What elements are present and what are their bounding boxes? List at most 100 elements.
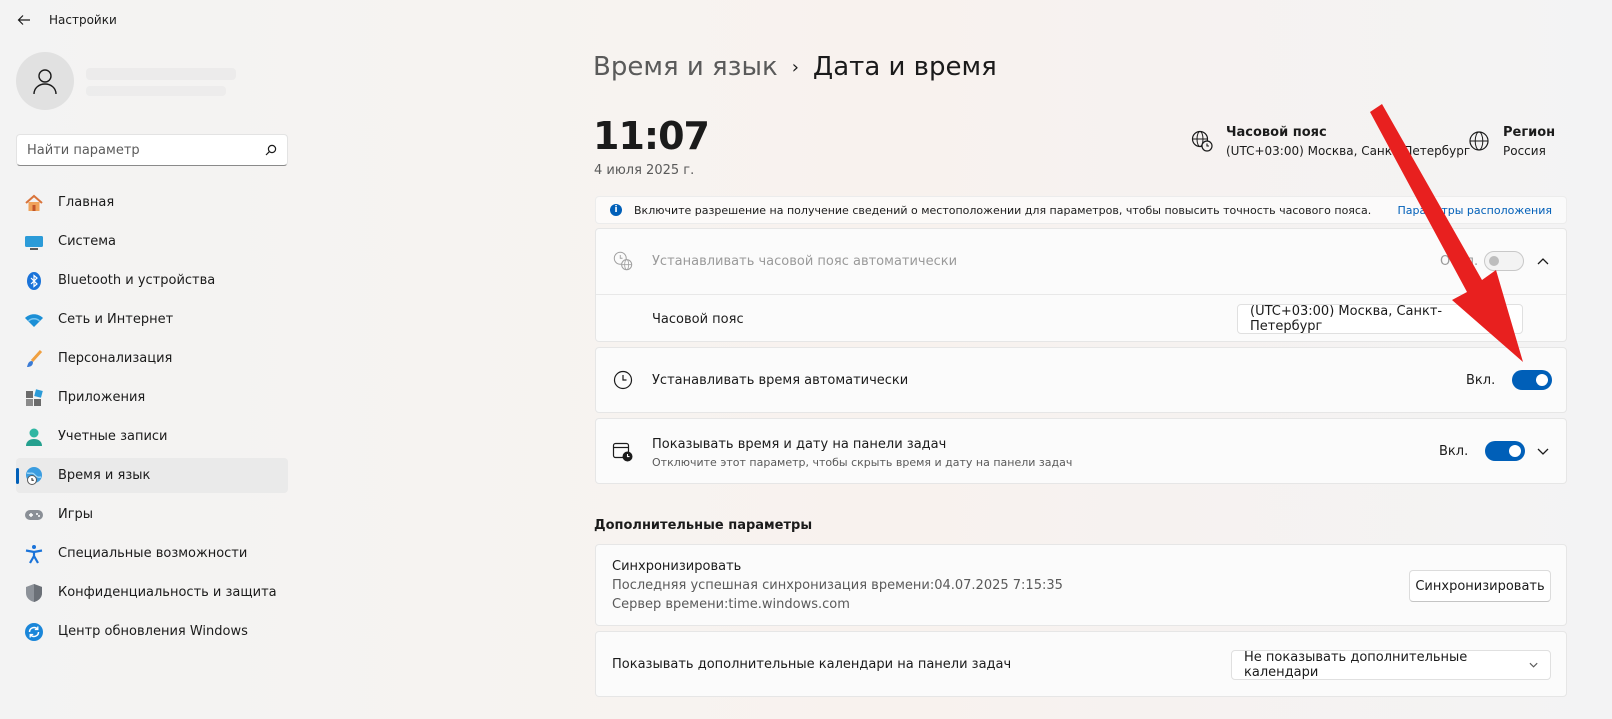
sidebar-item-label: Bluetooth и устройства — [58, 273, 216, 288]
search-box[interactable] — [16, 134, 288, 166]
globe-clock-icon — [612, 250, 634, 272]
auto-time-label: Устанавливать время автоматически — [652, 373, 909, 388]
chevron-up-icon[interactable] — [1535, 253, 1551, 269]
globe-clock-icon — [1191, 130, 1213, 152]
update-icon — [24, 622, 44, 642]
system-icon — [24, 232, 44, 252]
sidebar-nav: Главная Система Bluetooth и устройства С… — [16, 185, 288, 653]
chevron-down-icon — [1501, 316, 1510, 322]
sync-now-button[interactable]: Синхронизировать — [1409, 570, 1551, 602]
home-icon — [24, 193, 44, 213]
arrow-left-icon — [17, 15, 30, 25]
sidebar-item-gaming[interactable]: Игры — [16, 497, 288, 532]
search-input[interactable] — [27, 142, 265, 158]
sidebar-item-personalization[interactable]: Персонализация — [16, 341, 288, 376]
wifi-icon — [24, 310, 44, 330]
sidebar-item-label: Специальные возможности — [58, 546, 248, 561]
auto-timezone-card: Устанавливать часовой пояс автоматически… — [595, 228, 1567, 342]
region-info-value: Россия — [1503, 144, 1546, 158]
sidebar-item-label: Игры — [58, 507, 94, 522]
sync-title: Синхронизировать — [612, 559, 742, 574]
app-title: Настройки — [49, 13, 117, 27]
accessibility-icon — [24, 544, 44, 564]
globe-icon — [1469, 131, 1489, 151]
sidebar-item-privacy[interactable]: Конфиденциальность и защита — [16, 575, 288, 610]
user-email-redacted — [86, 86, 226, 96]
info-icon: i — [610, 204, 622, 216]
auto-timezone-label: Устанавливать часовой пояс автоматически — [652, 254, 958, 269]
auto-time-card[interactable]: Устанавливать время автоматически Вкл. — [595, 347, 1567, 413]
sidebar-item-label: Центр обновления Windows — [58, 624, 248, 639]
region-info-title: Регион — [1503, 125, 1556, 140]
current-time: 11:07 — [593, 114, 710, 158]
auto-timezone-state: Откл. — [1440, 254, 1479, 269]
avatar[interactable] — [16, 52, 74, 110]
search-icon — [265, 144, 277, 156]
sidebar-item-windows-update[interactable]: Центр обновления Windows — [16, 614, 288, 649]
sidebar-item-label: Сеть и Интернет — [58, 312, 174, 327]
sidebar: Главная Система Bluetooth и устройства С… — [0, 40, 300, 719]
sidebar-item-accounts[interactable]: Учетные записи — [16, 419, 288, 454]
taskbar-time-card[interactable]: Показывать время и дату на панели задач … — [595, 418, 1567, 484]
additional-settings-heading: Дополнительные параметры — [594, 518, 813, 533]
back-button[interactable] — [14, 10, 34, 30]
timezone-info-title: Часовой пояс — [1226, 125, 1327, 140]
auto-time-state: Вкл. — [1466, 373, 1496, 388]
time-language-icon — [24, 466, 44, 486]
calendars-dropdown-value: Не показывать дополнительные календари — [1244, 650, 1468, 680]
sidebar-item-label: Система — [58, 234, 117, 249]
sync-server: Сервер времени:time.windows.com — [612, 597, 850, 612]
page-title: Дата и время — [812, 52, 997, 82]
timezone-label: Часовой пояс — [652, 312, 744, 327]
timezone-info-value: (UTC+03:00) Москва, Санкт-Петербург — [1226, 144, 1471, 158]
sidebar-item-network[interactable]: Сеть и Интернет — [16, 302, 288, 337]
breadcrumb-parent[interactable]: Время и язык — [593, 52, 778, 82]
taskbar-time-label: Показывать время и дату на панели задач — [652, 437, 947, 452]
taskbar-time-toggle[interactable] — [1485, 441, 1525, 461]
sidebar-item-label: Персонализация — [58, 351, 173, 366]
sync-card: Синхронизировать Последняя успешная синх… — [595, 544, 1567, 626]
calendars-card: Показывать дополнительные календари на п… — [595, 631, 1567, 697]
breadcrumb: Время и язык › Дата и время — [593, 52, 997, 82]
chevron-down-icon[interactable] — [1535, 444, 1551, 460]
banner-text: Включите разрешение на получение сведени… — [634, 203, 1372, 217]
auto-time-toggle[interactable] — [1512, 370, 1552, 390]
timezone-dropdown[interactable]: (UTC+03:00) Москва, Санкт-Петербург — [1237, 304, 1523, 334]
calendars-dropdown[interactable]: Не показывать дополнительные календари — [1231, 650, 1551, 680]
user-name-redacted — [86, 68, 236, 80]
sidebar-item-apps[interactable]: Приложения — [16, 380, 288, 415]
region-info: Регион Россия — [1467, 125, 1555, 158]
timezone-row: Часовой пояс (UTC+03:00) Москва, Санкт-П… — [596, 295, 1566, 343]
sidebar-item-home[interactable]: Главная — [16, 185, 288, 220]
sidebar-item-label: Учетные записи — [58, 429, 168, 444]
calendar-clock-icon — [612, 441, 634, 463]
clock-icon — [612, 369, 634, 391]
gamepad-icon — [24, 505, 44, 525]
current-date: 4 июля 2025 г. — [594, 163, 695, 178]
chevron-down-icon — [1529, 662, 1538, 668]
brush-icon — [24, 349, 44, 369]
sync-last-time: Последняя успешная синхронизация времени… — [612, 578, 1063, 593]
taskbar-time-description: Отключите этот параметр, чтобы скрыть вр… — [652, 456, 1073, 469]
sidebar-item-bluetooth[interactable]: Bluetooth и устройства — [16, 263, 288, 298]
account-icon — [24, 427, 44, 447]
location-info-banner: i Включите разрешение на получение сведе… — [595, 196, 1567, 224]
bluetooth-icon — [24, 271, 44, 291]
apps-icon — [24, 388, 44, 408]
sidebar-item-label: Приложения — [58, 390, 146, 405]
sidebar-item-label: Конфиденциальность и защита — [58, 585, 277, 600]
sidebar-item-label: Время и язык — [58, 468, 151, 483]
auto-timezone-toggle[interactable] — [1484, 251, 1524, 271]
calendars-label: Показывать дополнительные календари на п… — [612, 657, 1012, 672]
location-settings-link[interactable]: Параметры расположения — [1398, 204, 1552, 217]
title-bar: Настройки — [0, 0, 1612, 40]
sidebar-item-system[interactable]: Система — [16, 224, 288, 259]
shield-icon — [24, 583, 44, 603]
timezone-dropdown-value: (UTC+03:00) Москва, Санкт-Петербург — [1250, 304, 1443, 334]
taskbar-time-state: Вкл. — [1439, 444, 1469, 459]
sidebar-item-label: Главная — [58, 195, 115, 210]
auto-timezone-row[interactable]: Устанавливать часовой пояс автоматически… — [596, 229, 1566, 295]
sidebar-item-accessibility[interactable]: Специальные возможности — [16, 536, 288, 571]
sidebar-item-time-language[interactable]: Время и язык — [16, 458, 288, 493]
user-icon — [33, 69, 57, 95]
